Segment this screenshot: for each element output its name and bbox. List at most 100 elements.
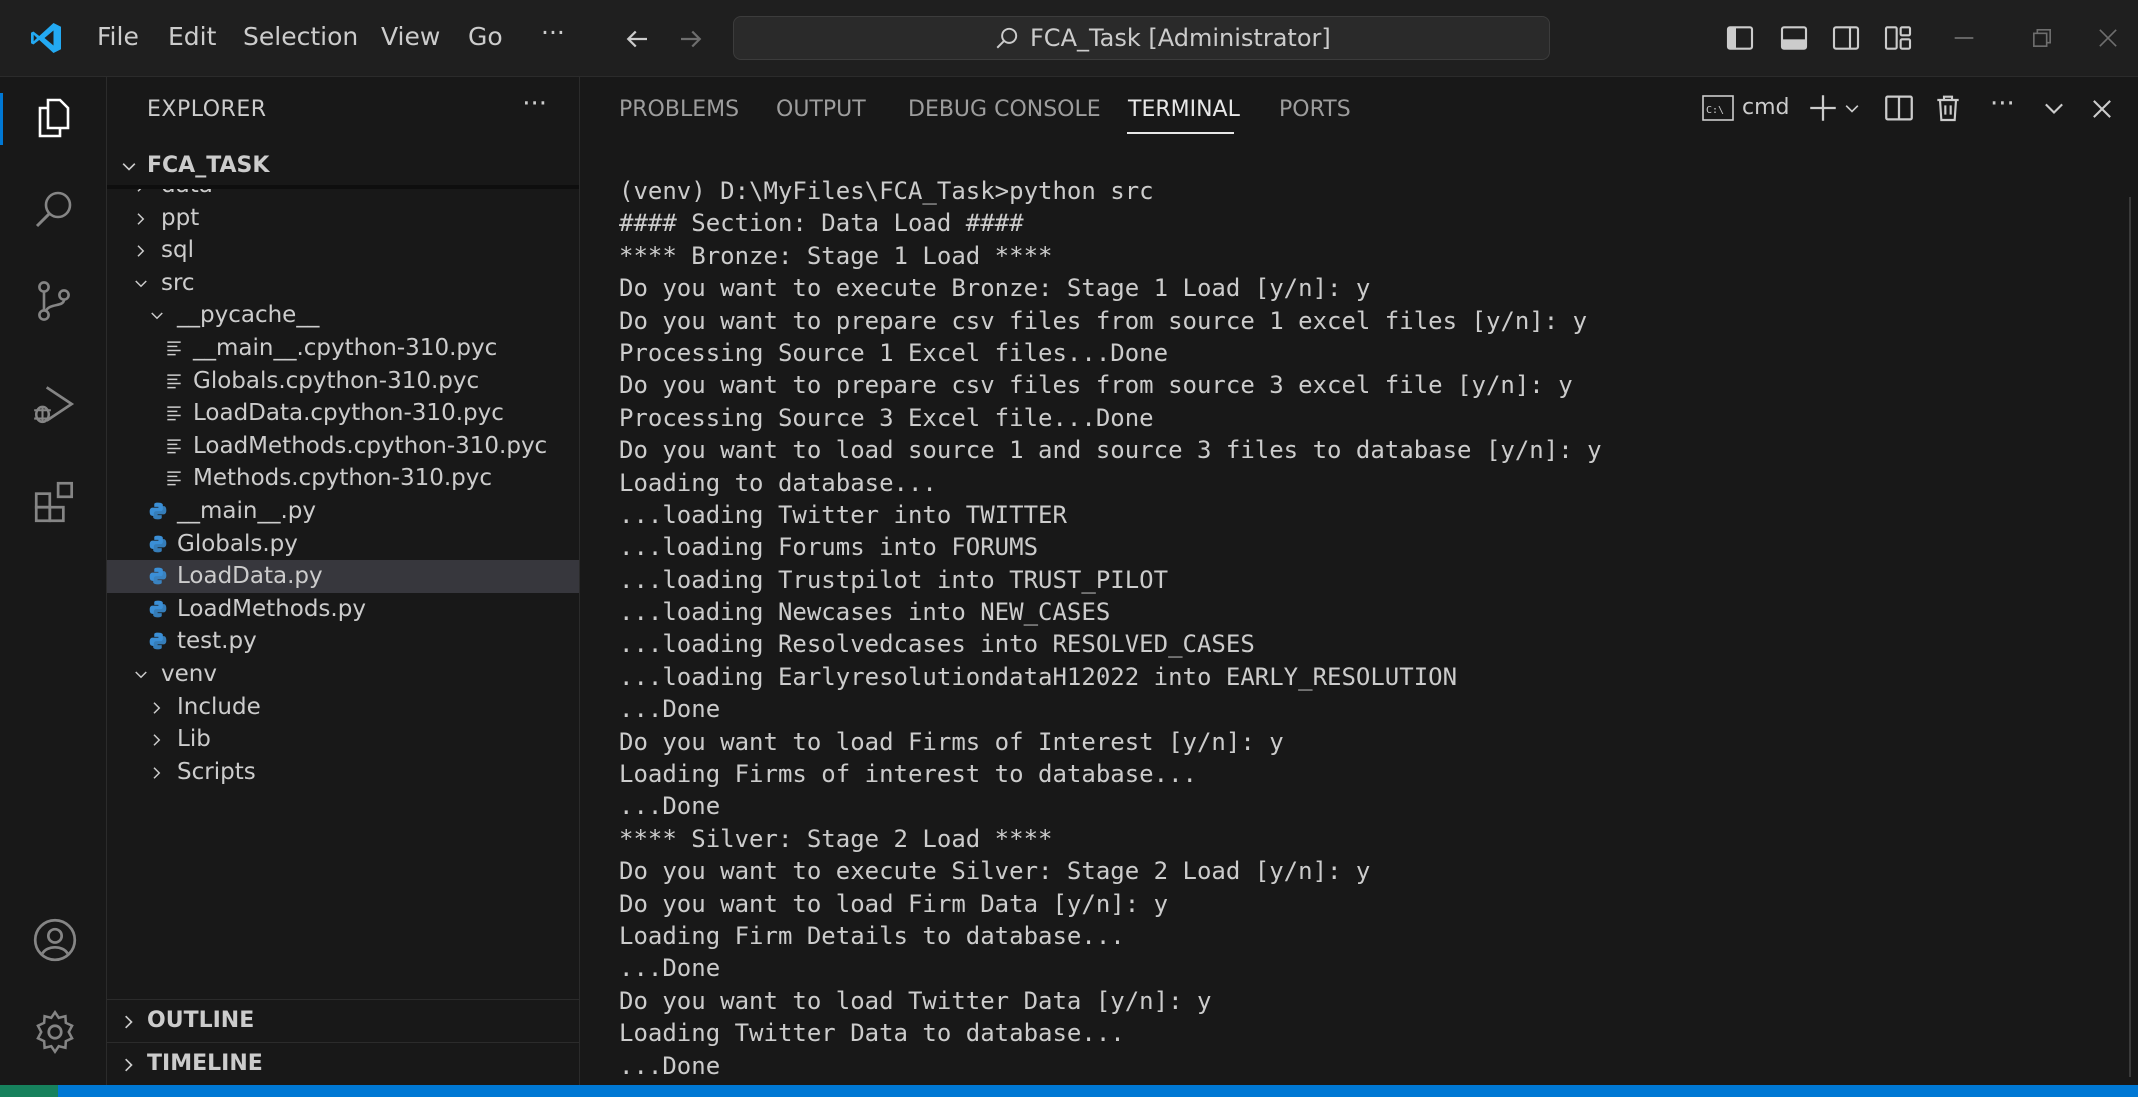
tree-item-test-py[interactable]: test.py xyxy=(107,625,579,658)
toggle-secondary-sidebar-icon[interactable] xyxy=(1830,22,1862,54)
tree-item-lib[interactable]: Lib xyxy=(107,723,579,756)
forward-arrow-icon[interactable] xyxy=(676,24,706,54)
terminal-scrollbar[interactable] xyxy=(2129,197,2131,1077)
split-terminal-icon[interactable] xyxy=(1882,91,1916,125)
timeline-label: TIMELINE xyxy=(147,1051,263,1076)
menu-more[interactable]: ··· xyxy=(541,18,565,47)
terminal-line: **** Silver: Stage 2 Load **** xyxy=(619,824,1053,853)
tree-item-label: ppt xyxy=(161,204,200,231)
tree-item-label: LoadMethods.cpython-310.pyc xyxy=(193,432,548,459)
tree-item-label: __main__.py xyxy=(177,498,316,524)
python-file-icon xyxy=(149,567,167,585)
tree-item-scripts[interactable]: Scripts xyxy=(107,756,579,789)
tree-item-sql[interactable]: sql xyxy=(107,234,579,267)
minimize-icon[interactable] xyxy=(1950,24,1978,52)
tree-item-globals-cpython-310-pyc[interactable]: Globals.cpython-310.pyc xyxy=(107,365,579,398)
maximize-panel-chevron-icon[interactable] xyxy=(2040,95,2068,123)
command-center-search[interactable]: FCA_Task [Administrator] xyxy=(733,16,1550,60)
tree-item-label: Globals.py xyxy=(177,530,298,557)
tree-item-venv[interactable]: venv xyxy=(107,658,579,691)
terminal-line: Processing Source 1 Excel files...Done xyxy=(619,338,1169,367)
close-window-icon[interactable] xyxy=(2094,24,2122,52)
tree-item-loaddata-py[interactable]: LoadData.py xyxy=(107,560,579,593)
chevron-down-icon xyxy=(122,163,136,171)
terminal-line: Do you want to execute Bronze: Stage 1 L… xyxy=(619,274,1371,303)
toggle-primary-sidebar-icon[interactable] xyxy=(1724,22,1756,54)
tree-item-src[interactable]: src xyxy=(107,267,579,300)
tree-item-loaddata-cpython-310-pyc[interactable]: LoadData.cpython-310.pyc xyxy=(107,397,579,430)
accounts-icon[interactable] xyxy=(30,915,80,965)
active-view-indicator xyxy=(0,93,3,145)
explorer-files-icon[interactable] xyxy=(30,93,78,143)
tree-item-main-py[interactable]: __main__.py xyxy=(107,495,579,528)
terminal-line: Do you want to load Twitter Data [y/n]: … xyxy=(619,986,1212,1015)
tree-item-label: Scripts xyxy=(177,758,256,785)
tree-item-main-cpython-310-pyc[interactable]: __main__.cpython-310.pyc xyxy=(107,332,579,365)
explorer-title: EXPLORER xyxy=(147,97,267,122)
chevron-right-icon xyxy=(137,212,145,225)
menu-selection[interactable]: Selection xyxy=(243,22,358,51)
terminal-output[interactable]: (venv) D:\MyFiles\FCA_Task>python src ###… xyxy=(619,175,2099,1075)
close-panel-icon[interactable] xyxy=(2088,95,2116,123)
tree-item-methods-cpython-310-pyc[interactable]: Methods.cpython-310.pyc xyxy=(107,462,579,495)
terminal-line: Loading Twitter Data to database... xyxy=(619,1019,1125,1048)
chevron-down-icon xyxy=(151,312,163,320)
source-control-icon[interactable] xyxy=(30,277,78,325)
tab-debug-console[interactable]: DEBUG CONSOLE xyxy=(908,97,1101,122)
terminal-line: Loading to database... xyxy=(619,468,937,497)
tab-ports[interactable]: PORTS xyxy=(1279,97,1351,122)
menu-go[interactable]: Go xyxy=(468,22,503,51)
toggle-panel-icon[interactable] xyxy=(1778,22,1810,54)
tab-terminal[interactable]: TERMINAL xyxy=(1128,97,1240,122)
activity-bar xyxy=(0,77,107,1085)
tree-item-label: LoadData.py xyxy=(177,563,323,590)
tree-item-pycache[interactable]: __pycache__ xyxy=(107,299,579,332)
file-lines-icon xyxy=(167,471,181,486)
menu-edit[interactable]: Edit xyxy=(168,22,216,51)
menu-file[interactable]: File xyxy=(97,22,139,51)
outline-section[interactable]: OUTLINE xyxy=(107,999,579,1042)
more-actions-icon[interactable]: ··· xyxy=(1990,89,2015,119)
vscode-logo-icon xyxy=(31,23,61,53)
kill-terminal-trash-icon[interactable] xyxy=(1932,91,1964,125)
terminal-shell-selector[interactable]: C:\ cmd xyxy=(1702,91,1790,125)
python-file-icon xyxy=(149,633,167,650)
terminal-line: **** Bronze: Stage 1 Load **** xyxy=(619,241,1053,270)
chevron-down-icon[interactable] xyxy=(1842,99,1862,119)
tab-problems[interactable]: PROBLEMS xyxy=(619,97,739,122)
remote-indicator[interactable] xyxy=(0,1085,58,1097)
outline-label: OUTLINE xyxy=(147,1008,255,1033)
tree-item-loadmethods-py[interactable]: LoadMethods.py xyxy=(107,593,579,626)
terminal-cmd-icon: C:\ xyxy=(1702,95,1734,121)
new-terminal-plus-icon[interactable] xyxy=(1806,91,1840,125)
file-lines-icon xyxy=(167,374,181,389)
file-lines-icon xyxy=(167,341,181,356)
chevron-right-icon xyxy=(153,734,161,746)
customize-layout-icon[interactable] xyxy=(1882,22,1914,54)
python-file-icon xyxy=(149,600,167,618)
chevron-right-icon xyxy=(125,1058,133,1072)
restore-icon[interactable] xyxy=(2028,24,2056,52)
manage-gear-icon[interactable] xyxy=(30,1007,80,1057)
chevron-right-icon xyxy=(125,1015,133,1029)
timeline-section[interactable]: TIMELINE xyxy=(107,1042,579,1085)
tree-item-ppt[interactable]: ppt xyxy=(107,202,579,235)
tree-item-label: sql xyxy=(161,237,194,264)
tree-item-include[interactable]: Include xyxy=(107,691,579,724)
tree-item-globals-py[interactable]: Globals.py xyxy=(107,528,579,561)
tab-output[interactable]: OUTPUT xyxy=(776,97,866,122)
tree-item-loadmethods-cpython-310-pyc[interactable]: LoadMethods.cpython-310.pyc xyxy=(107,430,579,463)
menu-view[interactable]: View xyxy=(381,22,440,51)
terminal-line: Do you want to load source 1 and source … xyxy=(619,436,1602,465)
search-text: FCA_Task [Administrator] xyxy=(1030,24,1331,52)
back-arrow-icon[interactable] xyxy=(622,24,652,54)
tree-item-label: Lib xyxy=(177,726,211,753)
project-header[interactable]: FCA_TASK xyxy=(107,147,579,187)
explorer-more-actions[interactable]: ··· xyxy=(522,89,547,119)
search-view-icon[interactable] xyxy=(30,185,78,233)
run-debug-icon[interactable] xyxy=(30,379,80,429)
extensions-icon[interactable] xyxy=(30,477,80,527)
chevron-down-icon xyxy=(135,671,147,679)
tree-item-label: src xyxy=(161,269,195,296)
file-lines-icon xyxy=(167,406,181,421)
